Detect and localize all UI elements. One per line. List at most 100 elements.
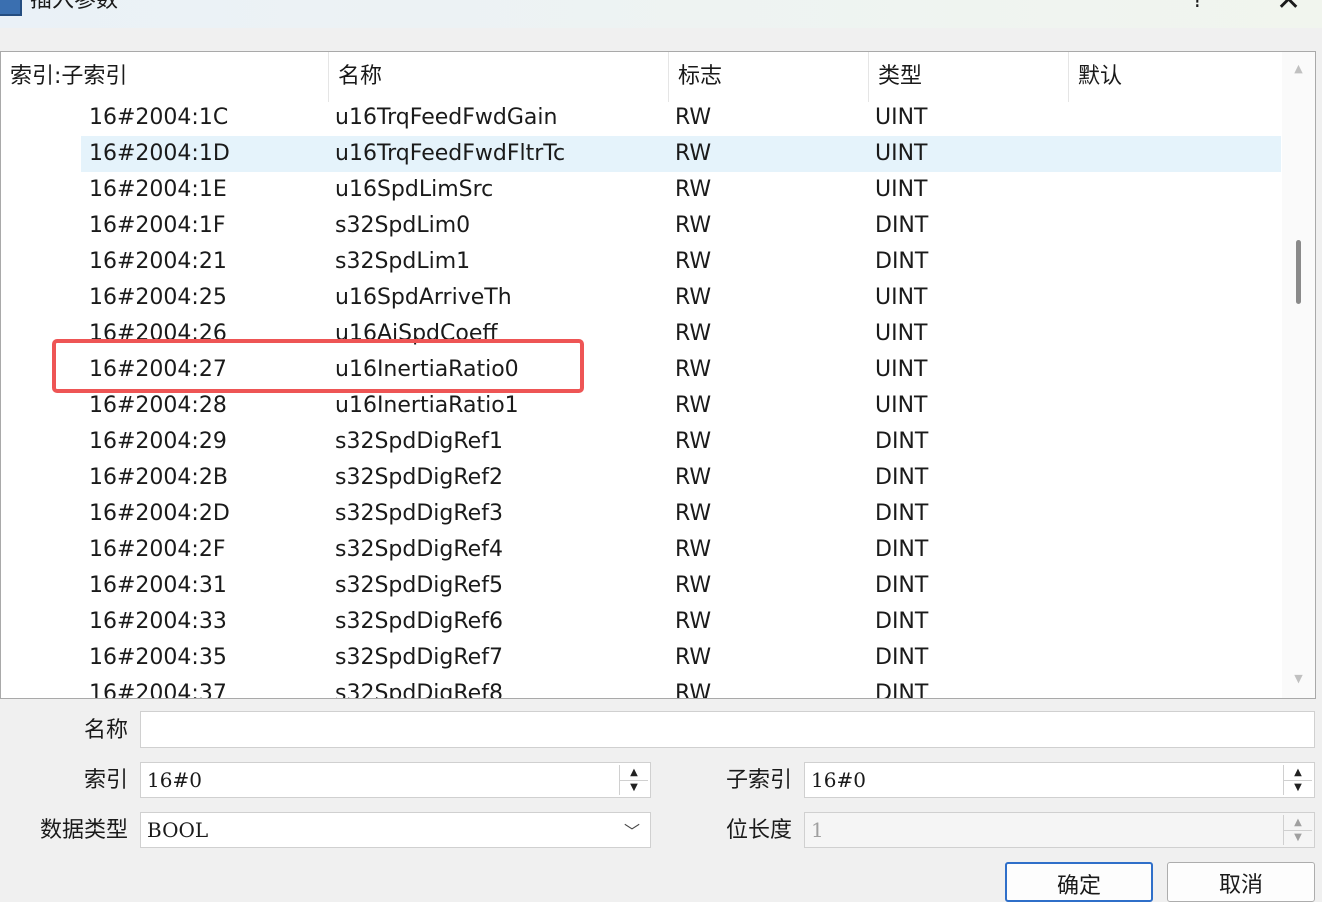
cell-type: DINT [875, 429, 929, 454]
cancel-button[interactable]: 取消 [1167, 862, 1315, 902]
cell-type: UINT [875, 141, 928, 166]
cell-name: u16SpdArriveTh [335, 285, 512, 310]
cell-flag: RW [675, 573, 712, 598]
table-row[interactable]: 16#2004:29 s32SpdDigRef1 RW DINT [1, 424, 1281, 460]
cell-flag: RW [675, 465, 712, 490]
spin-down-icon[interactable]: ▼ [1284, 780, 1312, 795]
cell-name: s32SpdDigRef8 [335, 681, 503, 698]
table-row[interactable]: 16#2004:2F s32SpdDigRef4 RW DINT [1, 532, 1281, 568]
table-row[interactable]: 16#2004:25 u16SpdArriveTh RW UINT [1, 280, 1281, 316]
column-header-flag[interactable]: 标志 [669, 52, 869, 102]
cell-type: UINT [875, 105, 928, 130]
cell-type: UINT [875, 393, 928, 418]
cell-index: 16#2004:33 [89, 609, 227, 634]
cell-type: UINT [875, 321, 928, 346]
ok-button[interactable]: 确定 [1005, 862, 1153, 902]
table-row[interactable]: 16#2004:1D u16TrqFeedFwdFltrTc RW UINT [1, 136, 1281, 172]
cell-flag: RW [675, 213, 712, 238]
highlight-annotation [52, 339, 584, 393]
cell-flag: RW [675, 357, 712, 382]
column-header-name[interactable]: 名称 [329, 52, 669, 102]
datatype-label: 数据类型 [39, 818, 128, 843]
bitlength-label: 位长度 [725, 818, 792, 843]
window-title: 插入参数 [30, 0, 119, 13]
scroll-thumb[interactable] [1296, 240, 1301, 304]
table-row[interactable]: 16#2004:31 s32SpdDigRef5 RW DINT [1, 568, 1281, 604]
cell-type: DINT [875, 213, 929, 238]
spin-up-icon[interactable]: ▲ [1284, 765, 1312, 781]
cell-flag: RW [675, 609, 712, 634]
cell-flag: RW [675, 321, 712, 346]
table-row[interactable]: 16#2004:2B s32SpdDigRef2 RW DINT [1, 460, 1281, 496]
cell-flag: RW [675, 177, 712, 202]
title-bar: 插入参数 ? ✕ [0, 0, 1322, 28]
cell-name: u16InertiaRatio1 [335, 393, 519, 418]
cell-index: 16#2004:37 [89, 681, 227, 698]
index-value: 16#0 [147, 768, 202, 792]
table-row[interactable]: 16#2004:37 s32SpdDigRef8 RW DINT [1, 676, 1281, 698]
name-label: 名称 [83, 718, 128, 743]
scroll-up-arrow-icon[interactable]: ▲ [1282, 58, 1315, 80]
subindex-spinbox[interactable]: 16#0 ▲ ▼ [804, 762, 1315, 798]
column-header-type[interactable]: 类型 [869, 52, 1069, 102]
table-row[interactable]: 16#2004:35 s32SpdDigRef7 RW DINT [1, 640, 1281, 676]
cell-type: DINT [875, 681, 929, 698]
help-button[interactable]: ? [1192, 0, 1204, 14]
cell-name: s32SpdDigRef5 [335, 573, 503, 598]
cell-type: DINT [875, 501, 929, 526]
cell-name: s32SpdLim0 [335, 213, 471, 238]
cell-name: u16TrqFeedFwdGain [335, 105, 558, 130]
cell-type: DINT [875, 249, 929, 274]
index-spin-buttons[interactable]: ▲ ▼ [619, 765, 648, 795]
table-row[interactable]: 16#2004:2D s32SpdDigRef3 RW DINT [1, 496, 1281, 532]
cell-index: 16#2004:28 [89, 393, 227, 418]
cell-flag: RW [675, 681, 712, 698]
cell-index: 16#2004:1E [89, 177, 227, 202]
cell-flag: RW [675, 537, 712, 562]
cell-type: DINT [875, 645, 929, 670]
cell-index: 16#2004:2F [89, 537, 226, 562]
subindex-spin-buttons[interactable]: ▲ ▼ [1283, 765, 1312, 795]
table-row[interactable]: 16#2004:33 s32SpdDigRef6 RW DINT [1, 604, 1281, 640]
cell-type: DINT [875, 537, 929, 562]
app-icon [0, 0, 22, 16]
close-button[interactable]: ✕ [1276, 0, 1301, 16]
spin-down-icon[interactable]: ▼ [620, 780, 648, 795]
scroll-down-arrow-icon[interactable]: ▼ [1282, 668, 1315, 690]
table-row[interactable]: 16#2004:28 u16InertiaRatio1 RW UINT [1, 388, 1281, 424]
spin-up-icon[interactable]: ▲ [620, 765, 648, 781]
cell-index: 16#2004:1F [89, 213, 226, 238]
cell-flag: RW [675, 429, 712, 454]
table-row[interactable]: 16#2004:21 s32SpdLim1 RW DINT [1, 244, 1281, 280]
parameter-table[interactable]: 索引:子索引 名称 标志 类型 默认 16#2004:1C u16TrqFeedF… [0, 51, 1316, 699]
subindex-label: 子索引 [725, 768, 792, 793]
cell-flag: RW [675, 249, 712, 274]
cell-flag: RW [675, 645, 712, 670]
table-row[interactable]: 16#2004:1F s32SpdLim0 RW DINT [1, 208, 1281, 244]
bitlength-value: 1 [811, 818, 824, 842]
bitlength-spinbox: 1 ▲ ▼ [804, 812, 1315, 848]
table-row[interactable]: 16#2004:1E u16SpdLimSrc RW UINT [1, 172, 1281, 208]
cell-index: 16#2004:2D [89, 501, 230, 526]
cell-name: s32SpdLim1 [335, 249, 471, 274]
cell-flag: RW [675, 141, 712, 166]
datatype-combobox[interactable]: BOOL ﹀ [140, 812, 651, 848]
chevron-down-icon[interactable]: ﹀ [624, 813, 640, 847]
cell-index: 16#2004:35 [89, 645, 227, 670]
vertical-scrollbar[interactable]: ▲ ▼ [1282, 52, 1315, 698]
column-header-default[interactable]: 默认 [1069, 52, 1281, 102]
index-spinbox[interactable]: 16#0 ▲ ▼ [140, 762, 651, 798]
spin-up-icon: ▲ [1284, 815, 1312, 831]
bitlength-spin-buttons: ▲ ▼ [1283, 815, 1312, 845]
name-input[interactable] [140, 711, 1315, 748]
cell-type: UINT [875, 285, 928, 310]
cell-name: s32SpdDigRef4 [335, 537, 503, 562]
cell-flag: RW [675, 393, 712, 418]
column-header-index[interactable]: 索引:子索引 [1, 52, 329, 102]
cell-name: s32SpdDigRef3 [335, 501, 503, 526]
cell-name: s32SpdDigRef1 [335, 429, 503, 454]
cell-index: 16#2004:25 [89, 285, 227, 310]
cell-name: s32SpdDigRef2 [335, 465, 503, 490]
table-row[interactable]: 16#2004:1C u16TrqFeedFwdGain RW UINT [1, 100, 1281, 136]
cell-index: 16#2004:31 [89, 573, 227, 598]
